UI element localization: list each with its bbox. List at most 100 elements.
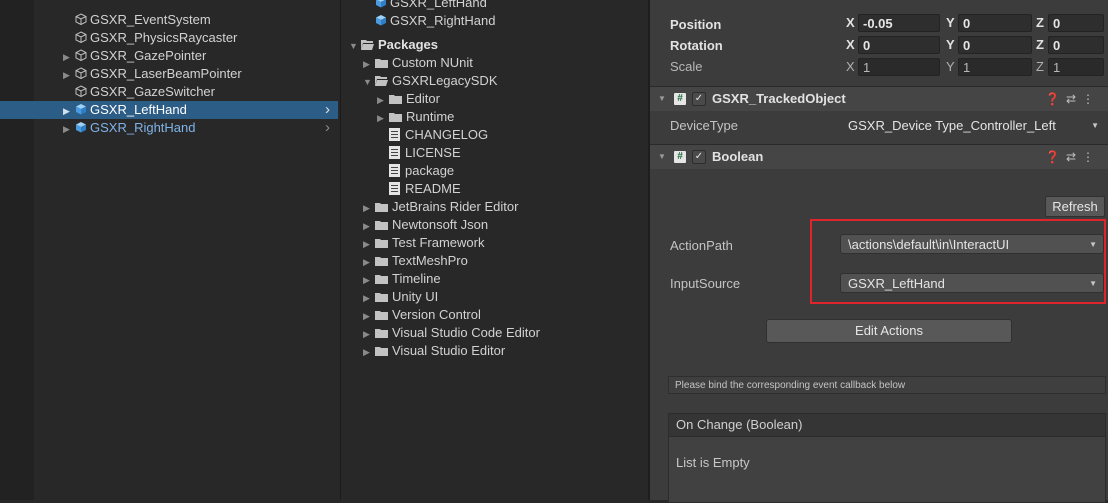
edit-actions-button[interactable]: Edit Actions (766, 319, 1012, 343)
device-type-dropdown[interactable]: GSXR_Device Type_Controller_Left ▼ (840, 115, 1106, 135)
foldout-arrow-icon[interactable]: ▶ (363, 343, 375, 361)
rotation-x-axis: X (846, 37, 855, 52)
foldout-arrow-icon[interactable]: ▶ (363, 217, 375, 235)
chevron-right-icon[interactable]: › (325, 119, 330, 137)
device-type-value: GSXR_Device Type_Controller_Left (848, 118, 1056, 133)
scale-z-field[interactable]: 1 (1048, 58, 1104, 76)
chevron-right-icon[interactable]: › (325, 101, 330, 119)
settings-icon[interactable]: ⇄ (1066, 92, 1082, 106)
inspector-panel: Position Rotation Scale X -0.05 Y 0 Z 0 … (648, 0, 1108, 503)
tracked-object-foldout-icon[interactable]: ▼ (658, 87, 666, 111)
project-item[interactable]: ▶ Visual Studio Code Editor (363, 324, 540, 342)
project-item[interactable]: GSXR_LeftHand (375, 0, 487, 12)
hierarchy-item[interactable]: ▶ GSXR_LeftHand › (0, 101, 338, 119)
kebab-menu-icon[interactable]: ⋮ (1082, 92, 1100, 106)
position-x-field[interactable]: -0.05 (858, 14, 940, 32)
prefab-icon (375, 0, 387, 8)
project-item-label: Visual Studio Code Editor (392, 325, 540, 340)
tracked-object-enabled-checkbox[interactable]: ✓ (692, 92, 706, 106)
boolean-foldout-icon[interactable]: ▼ (658, 145, 666, 169)
foldout-arrow-icon[interactable]: ▶ (363, 55, 375, 73)
project-item[interactable]: ▶ Test Framework (363, 234, 484, 252)
foldout-arrow-icon[interactable]: ▶ (363, 289, 375, 307)
help-icon[interactable]: ❓ (1045, 92, 1066, 106)
project-item[interactable]: GSXR_RightHand (375, 12, 496, 30)
project-panel: GSXR_LeftHand GSXR_RightHand ▼ Packages ▶ Cus… (340, 0, 647, 500)
foldout-arrow-icon[interactable]: ▶ (363, 307, 375, 325)
project-item-label: Unity UI (392, 289, 439, 304)
scale-y-axis: Y (946, 59, 955, 74)
foldout-arrow-icon[interactable]: ▶ (63, 102, 75, 120)
foldout-arrow-icon[interactable]: ▶ (363, 235, 375, 253)
project-item[interactable]: CHANGELOG (377, 126, 488, 144)
scale-x-axis: X (846, 59, 855, 74)
tracked-object-header[interactable]: ▼ # ✓ GSXR_TrackedObject ❓⇄⋮ (650, 86, 1108, 111)
project-item[interactable]: ▼ GSXRLegacySDK (363, 72, 498, 90)
foldout-arrow-icon[interactable]: ▶ (377, 109, 389, 127)
folder-icon (375, 199, 388, 212)
hierarchy-item[interactable]: ▶ GSXR_RightHand › (0, 119, 338, 137)
gameobject-icon (75, 30, 87, 44)
hierarchy-panel: GSXR_EventSystem GSXR_PhysicsRaycaster ▶ GS… (0, 0, 338, 500)
position-z-field[interactable]: 0 (1048, 14, 1104, 32)
foldout-arrow-icon[interactable]: ▼ (363, 73, 375, 91)
boolean-enabled-checkbox[interactable]: ✓ (692, 150, 706, 164)
hierarchy-item[interactable]: ▶ GSXR_LaserBeamPointer (0, 65, 338, 83)
foldout-arrow-icon[interactable]: ▶ (63, 48, 75, 66)
scale-label: Scale (670, 59, 703, 74)
kebab-menu-icon[interactable]: ⋮ (1082, 150, 1100, 164)
folder-open-icon (375, 73, 388, 86)
rotation-label: Rotation (670, 38, 723, 53)
rotation-z-field[interactable]: 0 (1048, 36, 1104, 54)
foldout-arrow-icon[interactable]: ▶ (363, 199, 375, 217)
project-item[interactable]: ▶ Visual Studio Editor (363, 342, 505, 360)
project-packages-folder[interactable]: ▼ Packages (349, 36, 438, 54)
unity-event-header: On Change (Boolean) (669, 414, 1105, 437)
prefab-icon (75, 102, 87, 115)
project-item[interactable]: ▶ Custom NUnit (363, 54, 473, 72)
scale-y-field[interactable]: 1 (958, 58, 1032, 76)
component-menu-icons[interactable]: ❓⇄⋮ (1045, 145, 1100, 169)
project-item-label: Test Framework (392, 235, 485, 250)
rotation-x-field[interactable]: 0 (858, 36, 940, 54)
position-label: Position (670, 17, 722, 32)
project-item[interactable]: ▶ Version Control (363, 306, 481, 324)
foldout-arrow-icon[interactable]: ▶ (363, 325, 375, 343)
scale-x-field[interactable]: 1 (858, 58, 940, 76)
settings-icon[interactable]: ⇄ (1066, 150, 1082, 164)
hierarchy-item-label: GSXR_LaserBeamPointer (90, 66, 242, 81)
project-item[interactable]: ▶ Timeline (363, 270, 441, 288)
foldout-arrow-icon[interactable]: ▶ (63, 66, 75, 84)
help-icon[interactable]: ❓ (1045, 150, 1066, 164)
project-item[interactable]: ▶ Newtonsoft Json (363, 216, 488, 234)
foldout-arrow-icon[interactable]: ▶ (377, 91, 389, 109)
project-item[interactable]: ▶ Unity UI (363, 288, 438, 306)
project-item[interactable]: ▶ Runtime (377, 108, 454, 126)
rotation-y-field[interactable]: 0 (958, 36, 1032, 54)
project-item[interactable]: package (377, 162, 454, 180)
foldout-arrow-icon[interactable]: ▶ (63, 120, 75, 138)
project-item[interactable]: ▶ Editor (377, 90, 440, 108)
foldout-arrow-icon[interactable]: ▶ (363, 271, 375, 289)
hierarchy-item[interactable]: GSXR_PhysicsRaycaster (0, 29, 338, 47)
project-item-label: GSXRLegacySDK (392, 73, 498, 88)
project-item[interactable]: README (377, 180, 461, 198)
boolean-header[interactable]: ▼ # ✓ Boolean ❓⇄⋮ (650, 144, 1108, 169)
project-item[interactable]: ▶ TextMeshPro (363, 252, 468, 270)
hierarchy-item[interactable]: ▶ GSXR_GazePointer (0, 47, 338, 65)
project-item[interactable]: ▶ JetBrains Rider Editor (363, 198, 518, 216)
project-item-label: Runtime (406, 109, 455, 124)
refresh-button[interactable]: Refresh (1045, 196, 1105, 217)
foldout-arrow-icon[interactable]: ▶ (363, 253, 375, 271)
position-x-axis: X (846, 15, 855, 30)
project-item-label: CHANGELOG (405, 127, 489, 142)
position-y-field[interactable]: 0 (958, 14, 1032, 32)
hierarchy-item-label: GSXR_GazeSwitcher (90, 84, 215, 99)
component-menu-icons[interactable]: ❓⇄⋮ (1045, 87, 1100, 111)
hierarchy-item-label: GSXR_PhysicsRaycaster (90, 30, 238, 45)
hierarchy-item[interactable]: GSXR_EventSystem (0, 11, 338, 29)
hierarchy-item[interactable]: GSXR_GazeSwitcher (0, 83, 338, 101)
foldout-arrow-icon[interactable]: ▼ (349, 37, 361, 55)
project-item[interactable]: LICENSE (377, 144, 461, 162)
folder-icon (375, 307, 388, 320)
